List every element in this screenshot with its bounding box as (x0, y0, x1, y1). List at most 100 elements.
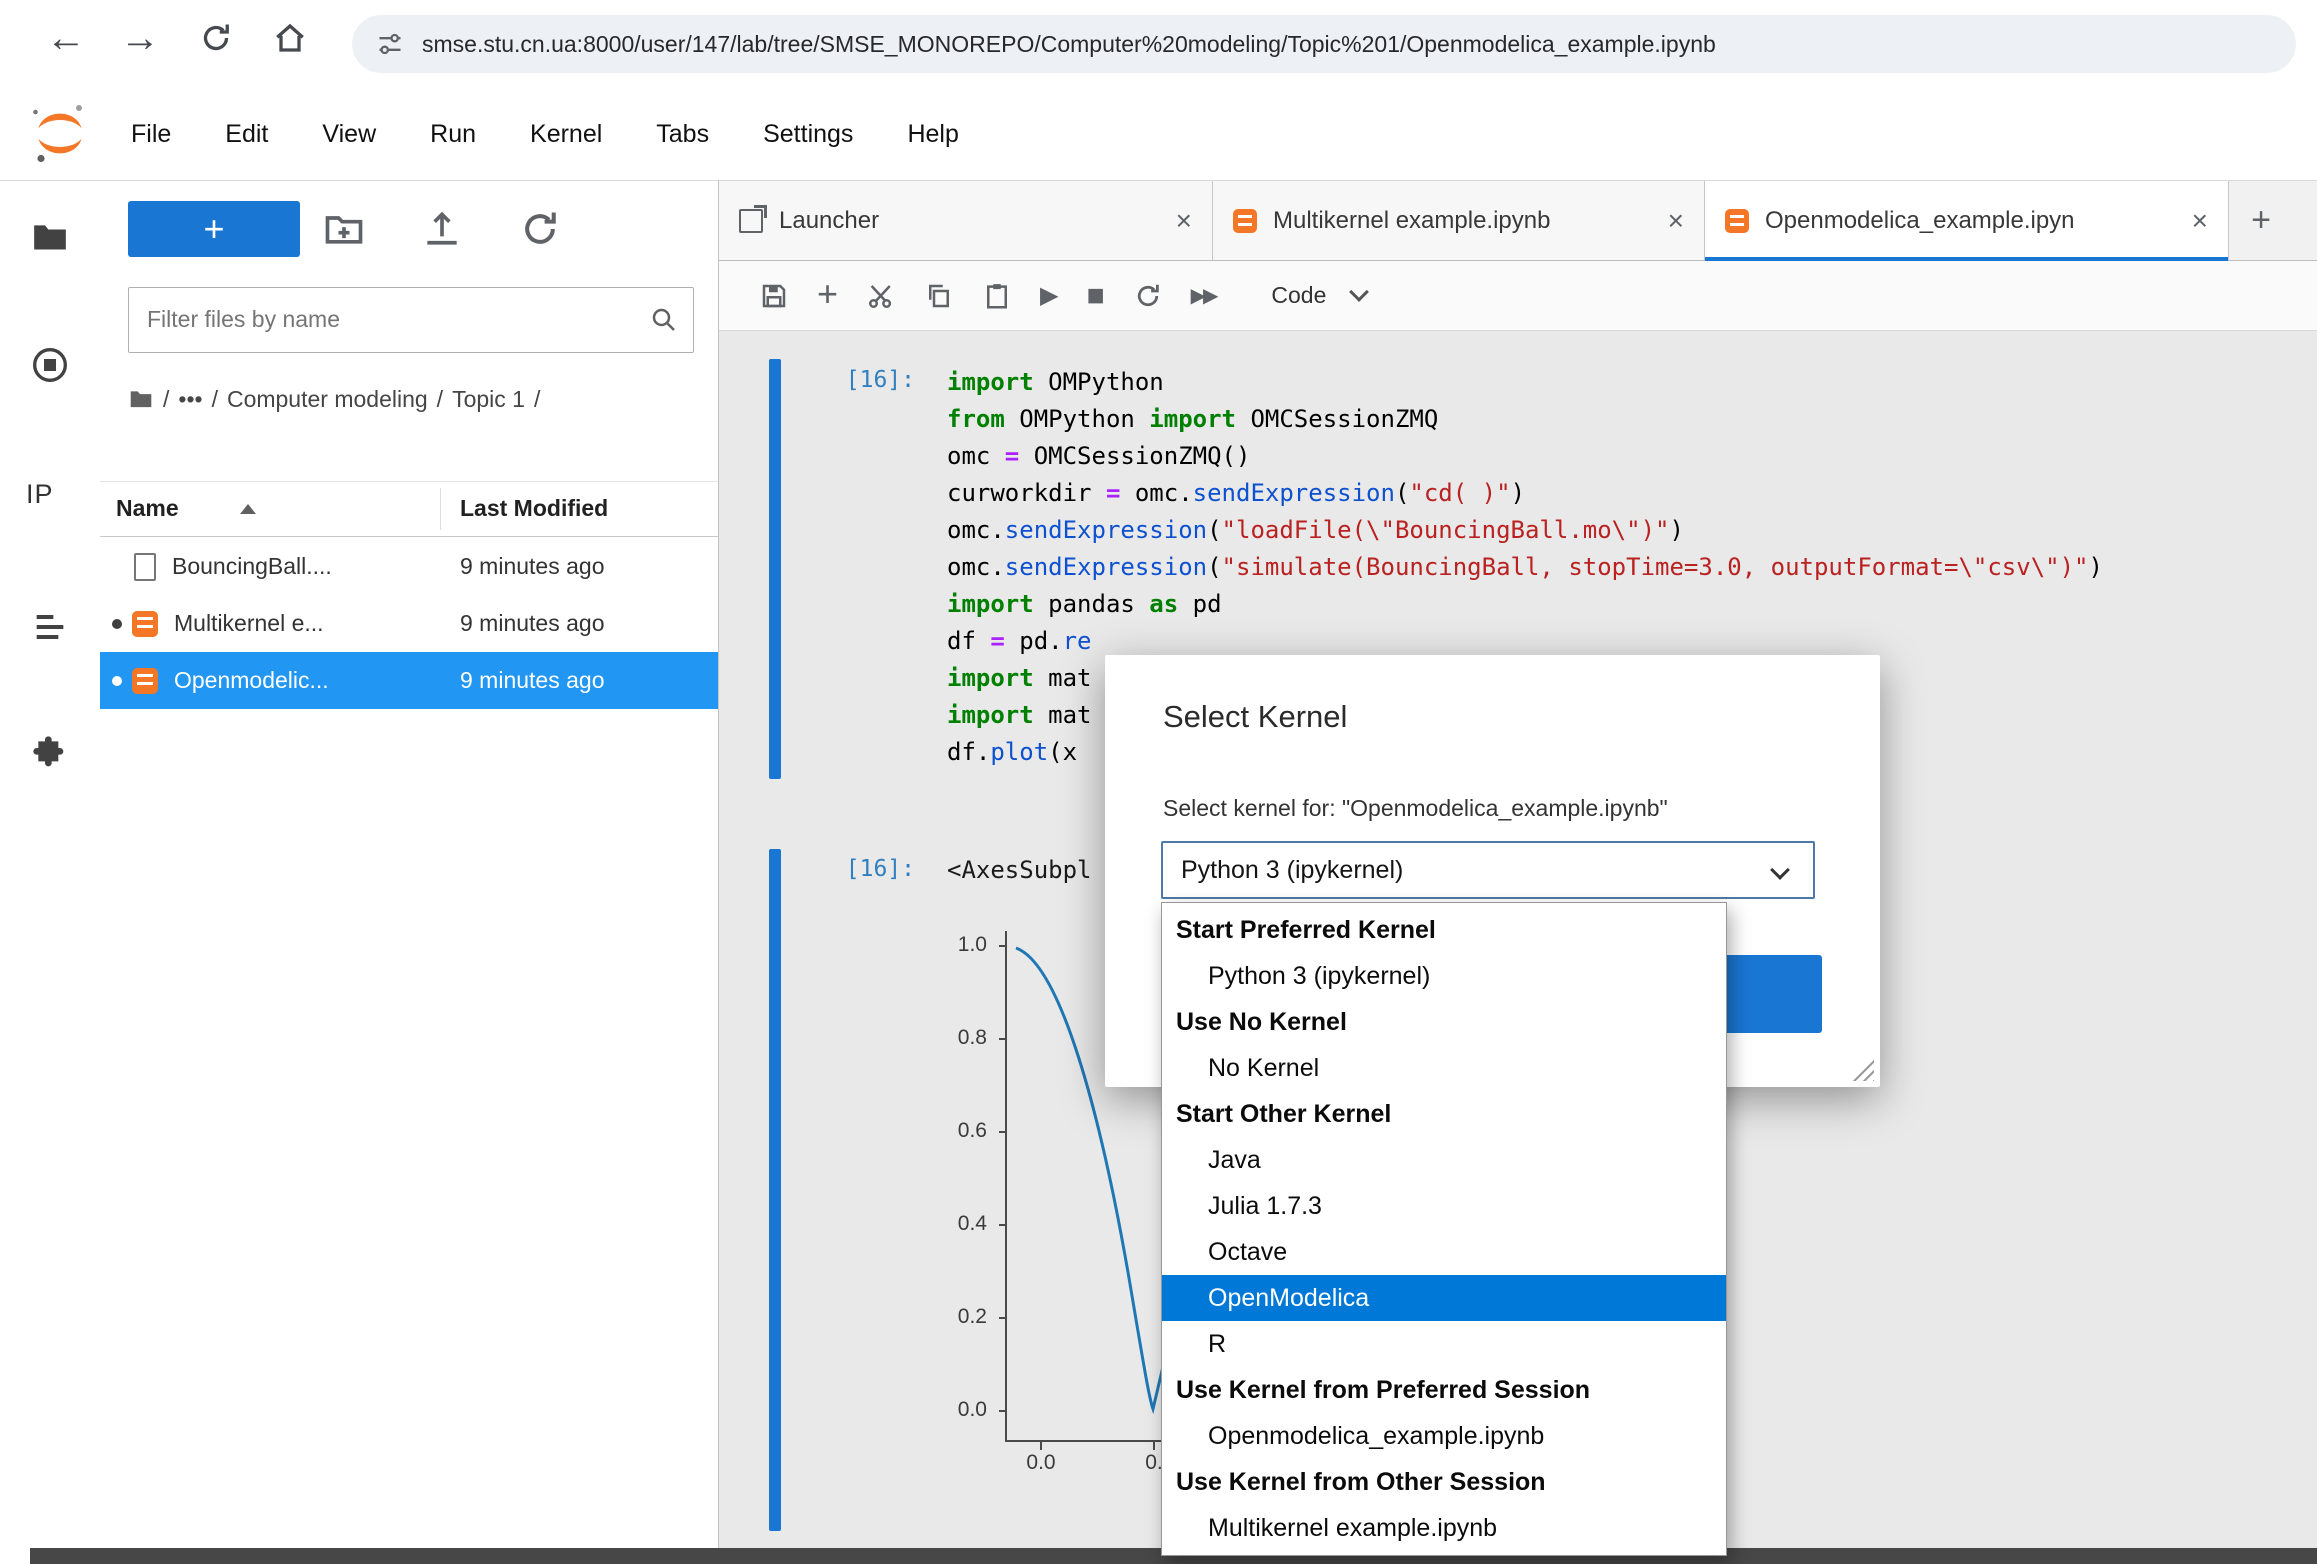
restart-run-all-icon[interactable]: ▶▶ (1191, 283, 1216, 308)
file-row-bouncingball[interactable]: BouncingBall....9 minutes ago (100, 538, 718, 595)
file-row-openmodelic[interactable]: Openmodelic...9 minutes ago (100, 652, 718, 709)
tab-close-icon[interactable]: × (1668, 205, 1684, 237)
file-name: BouncingBall.... (172, 553, 332, 580)
kernel-select-value: Python 3 (ipykernel) (1181, 856, 1403, 885)
home-icon[interactable] (262, 10, 318, 66)
search-icon (649, 305, 679, 335)
code-token: OMPython (1034, 368, 1164, 396)
code-token: OMPython (1005, 405, 1150, 433)
file-row-multikernel-e[interactable]: Multikernel e...9 minutes ago (100, 595, 718, 652)
tab-close-icon[interactable]: × (2192, 205, 2208, 237)
menu-settings[interactable]: Settings (736, 120, 880, 149)
new-tab-button[interactable]: + (2229, 181, 2293, 260)
breadcrumb-topic-1[interactable]: Topic 1 (452, 386, 525, 412)
cut-cell-icon[interactable] (866, 281, 896, 311)
tab-multikernel-example-ipynb[interactable]: Multikernel example.ipynb × (1213, 181, 1705, 260)
dialog-message: Select kernel for: "Openmodelica_example… (1163, 795, 1668, 822)
new-launcher-button[interactable]: + (128, 201, 300, 257)
kernel-group-use-kernel-from-other-session: Use Kernel from Other Session (1162, 1459, 1726, 1505)
breadcrumb-separator: / (437, 386, 443, 412)
filter-files-box (128, 287, 694, 353)
kernel-option-python-3-ipykernel[interactable]: Python 3 (ipykernel) (1162, 953, 1726, 999)
breadcrumb-ellipsis[interactable]: ••• (178, 386, 202, 412)
kernel-option-julia-1-7-3[interactable]: Julia 1.7.3 (1162, 1183, 1726, 1229)
save-icon[interactable] (759, 281, 789, 311)
code-token: OMCSessionZMQ (1236, 405, 1438, 433)
code-token: ) (2089, 553, 2103, 581)
code-token: sendExpression (1005, 516, 1207, 544)
kernel-select[interactable]: Python 3 (ipykernel) (1161, 841, 1815, 899)
column-name[interactable]: Name (116, 495, 179, 522)
input-collapser[interactable] (769, 359, 781, 779)
dialog-resize-handle[interactable] (1850, 1057, 1874, 1081)
browser-toolbar: ← → smse.stu.cn.ua:8000/user/147/lab/tre… (0, 0, 2317, 89)
file-browser-icon[interactable] (30, 217, 70, 257)
menu-help[interactable]: Help (880, 120, 985, 149)
run-cell-icon[interactable]: ▶ (1040, 281, 1058, 310)
cell-type-selector[interactable]: Code (1271, 282, 1326, 309)
reload-icon[interactable] (188, 10, 244, 66)
breadcrumb: /•••/Computer modeling/Topic 1/ (128, 377, 558, 421)
breadcrumb-computer-modeling[interactable]: Computer modeling (227, 386, 428, 412)
kernel-option-java[interactable]: Java (1162, 1137, 1726, 1183)
code-token: omc (947, 442, 1005, 470)
code-token: ) (1511, 479, 1525, 507)
add-cell-icon[interactable]: + (817, 273, 838, 315)
menu-kernel[interactable]: Kernel (503, 120, 629, 149)
tab-launcher[interactable]: Launcher× (719, 181, 1213, 260)
back-icon[interactable]: ← (38, 10, 94, 66)
code-token: pandas (1034, 590, 1150, 618)
refresh-icon[interactable] (518, 207, 562, 251)
table-of-contents-icon[interactable] (30, 607, 70, 647)
code-token: = (1106, 479, 1120, 507)
stop-kernel-icon[interactable]: ■ (1087, 279, 1105, 313)
menu-view[interactable]: View (295, 120, 403, 149)
column-last-modified[interactable]: Last Modified (460, 495, 608, 522)
ip-console-icon[interactable]: IP (26, 479, 54, 510)
new-folder-icon[interactable] (322, 207, 366, 251)
file-modified: 9 minutes ago (460, 610, 604, 637)
code-token: pd. (1005, 627, 1063, 655)
filter-files-input[interactable] (129, 288, 629, 350)
kernel-dropdown-popup: Start Preferred KernelPython 3 (ipykerne… (1161, 902, 1727, 1556)
output-collapser[interactable] (769, 849, 781, 1531)
copy-cell-icon[interactable] (924, 281, 954, 311)
tab-openmodelica-example-ipyn[interactable]: Openmodelica_example.ipyn× (1705, 181, 2229, 260)
input-prompt: [16]: (815, 367, 915, 393)
code-token: from (947, 405, 1005, 433)
forward-icon[interactable]: → (112, 10, 168, 66)
code-line: omc = OMCSessionZMQ() (947, 438, 2103, 475)
tab-close-icon[interactable]: × (1176, 205, 1192, 237)
menu-run[interactable]: Run (403, 120, 503, 149)
kernel-option-openmodelica[interactable]: OpenModelica (1162, 1275, 1726, 1321)
menu-file[interactable]: File (104, 120, 198, 149)
code-token: sendExpression (1005, 553, 1207, 581)
code-token: curworkdir (947, 479, 1106, 507)
breadcrumb-folder-icon[interactable] (128, 386, 154, 412)
upload-icon[interactable] (420, 207, 464, 251)
activity-bar: IP (0, 180, 100, 1548)
kernel-option-openmodelica-example-ipynb[interactable]: Openmodelica_example.ipynb (1162, 1413, 1726, 1459)
tab-label: Multikernel example.ipynb (1273, 207, 1658, 235)
kernel-option-multikernel-example-ipynb[interactable]: Multikernel example.ipynb (1162, 1505, 1726, 1551)
kernel-option-r[interactable]: R (1162, 1321, 1726, 1367)
y-tick-label: 0.2 (931, 1305, 987, 1329)
code-token: ( (1395, 479, 1409, 507)
chevron-down-icon (1349, 282, 1369, 302)
site-settings-icon[interactable] (376, 30, 404, 58)
extensions-icon[interactable] (30, 733, 70, 773)
file-name: Openmodelic... (174, 667, 329, 694)
running-sessions-icon[interactable] (30, 345, 70, 385)
restart-kernel-icon[interactable] (1133, 281, 1163, 311)
file-list: BouncingBall....9 minutes agoMultikernel… (100, 538, 718, 709)
paste-cell-icon[interactable] (982, 281, 1012, 311)
kernel-option-octave[interactable]: Octave (1162, 1229, 1726, 1275)
code-token: pd (1178, 590, 1221, 618)
kernel-option-no-kernel[interactable]: No Kernel (1162, 1045, 1726, 1091)
code-token: "loadFile(\"BouncingBall.mo\")" (1222, 516, 1670, 544)
output-repr-text: <AxesSubpl (947, 856, 1092, 884)
url-bar[interactable]: smse.stu.cn.ua:8000/user/147/lab/tree/SM… (352, 15, 2296, 73)
menu-edit[interactable]: Edit (198, 120, 295, 149)
kernel-group-start-other-kernel: Start Other Kernel (1162, 1091, 1726, 1137)
menu-tabs[interactable]: Tabs (629, 120, 736, 149)
